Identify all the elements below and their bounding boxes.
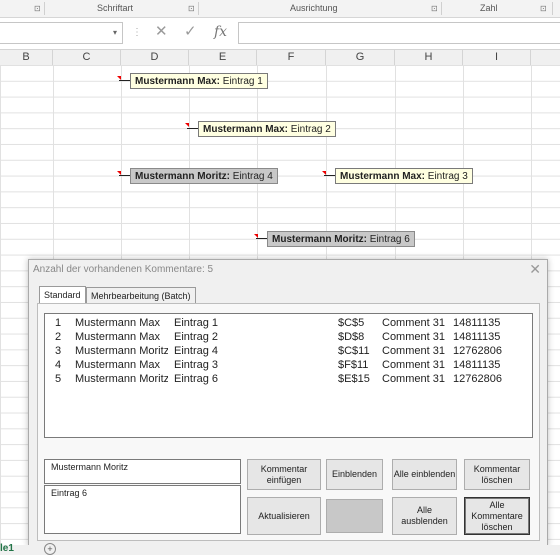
list-cell-color: 14811135: [453, 331, 501, 343]
comment-text: Eintrag 2: [288, 124, 331, 135]
sheet-tab[interactable]: le1: [0, 543, 14, 555]
number-dialog-launcher-icon[interactable]: ⊡: [540, 0, 547, 17]
comment-author: Mustermann Max:: [135, 76, 221, 87]
list-cell-address: $C$11: [338, 345, 370, 357]
list-item[interactable]: 4 Mustermann Max Eintrag 3 $F$11 Comment…: [45, 358, 530, 372]
formula-input[interactable]: [238, 22, 560, 44]
group-label-font: Schriftart: [97, 3, 134, 13]
list-cell-name: Comment 31: [382, 359, 445, 371]
group-separator: [198, 2, 199, 15]
list-cell-color: 12762806: [453, 345, 502, 357]
column-header-bar: B C D E F G H I: [0, 49, 560, 66]
list-cell-author: Mustermann Moritz: [75, 345, 168, 357]
sheet-tab-bar: le1 +: [0, 543, 560, 555]
comment-text: Eintrag 3: [425, 171, 468, 182]
ribbon-group-strip: ⊡ Schriftart ⊡ Ausrichtung ⊡ Zahl ⊡: [0, 0, 560, 18]
list-item[interactable]: 2 Mustermann Max Eintrag 2 $D$8 Comment …: [45, 330, 530, 344]
list-cell-address: $D$8: [338, 331, 365, 343]
list-cell-index: 3: [55, 345, 62, 357]
close-icon[interactable]: ✕: [529, 261, 541, 277]
name-box[interactable]: ▾: [0, 22, 123, 44]
list-cell-color: 14811135: [453, 359, 501, 371]
list-cell-name: Comment 31: [382, 345, 445, 357]
list-cell-author: Mustermann Max: [75, 317, 160, 329]
alignment-dialog-launcher-icon[interactable]: ⊡: [431, 0, 438, 17]
group-separator: [44, 2, 45, 15]
list-cell-index: 5: [55, 373, 62, 385]
color-preview-swatch: [326, 499, 383, 533]
list-cell-address: $F$11: [338, 359, 369, 371]
column-header-E[interactable]: E: [189, 50, 257, 65]
list-cell-index: 2: [55, 331, 62, 343]
list-cell-address: $E$15: [338, 373, 370, 385]
comment-box-3[interactable]: Mustermann Max: Eintrag 3: [335, 168, 473, 184]
more-dots-icon: ⋮: [132, 27, 142, 38]
add-sheet-plus-icon[interactable]: +: [44, 543, 56, 555]
comment-box-2[interactable]: Mustermann Max: Eintrag 2: [198, 121, 336, 137]
refresh-button[interactable]: Aktualisieren: [247, 497, 321, 535]
list-cell-text: Eintrag 4: [174, 345, 219, 357]
comment-author: Mustermann Moritz:: [135, 171, 230, 182]
column-header-D[interactable]: D: [121, 50, 189, 65]
list-item[interactable]: 3 Mustermann Moritz Eintrag 4 $C$11 Comm…: [45, 344, 530, 358]
comment-author: Mustermann Moritz:: [272, 234, 367, 245]
tab-standard[interactable]: Standard: [39, 286, 86, 304]
list-item[interactable]: 5 Mustermann Moritz Eintrag 6 $E$15 Comm…: [45, 372, 530, 386]
group-separator: [552, 2, 553, 15]
list-cell-index: 4: [55, 359, 62, 371]
group-label-alignment: Ausrichtung: [290, 3, 338, 13]
column-header-I[interactable]: I: [463, 50, 531, 65]
list-cell-address: $C$5: [338, 317, 365, 329]
comment-text: Eintrag 6: [367, 234, 410, 245]
show-button[interactable]: Einblenden: [326, 459, 383, 490]
list-cell-name: Comment 31: [382, 317, 445, 329]
author-field[interactable]: Mustermann Moritz: [44, 459, 241, 484]
comment-text: Eintrag 4: [230, 171, 273, 182]
show-all-button[interactable]: Alle einblenden: [392, 459, 457, 490]
list-cell-color: 14811135: [453, 317, 501, 329]
comment-text: Eintrag 1: [220, 76, 263, 87]
hide-all-button[interactable]: Alle ausblenden: [392, 497, 457, 535]
list-cell-author: Mustermann Moritz: [75, 373, 168, 385]
comment-author: Mustermann Max:: [203, 124, 289, 135]
list-cell-author: Mustermann Max: [75, 331, 160, 343]
comment-text-field[interactable]: Eintrag 6: [44, 485, 241, 534]
list-cell-text: Eintrag 1: [174, 317, 219, 329]
insert-function-fx-icon[interactable]: fx: [214, 22, 227, 42]
list-cell-name: Comment 31: [382, 331, 445, 343]
delete-all-button[interactable]: Alle Kommentare löschen: [464, 497, 530, 535]
list-cell-text: Eintrag 2: [174, 331, 219, 343]
enter-check-icon[interactable]: ✓: [184, 22, 197, 42]
column-header-B[interactable]: B: [0, 50, 53, 65]
group-separator: [441, 2, 442, 15]
chevron-down-icon[interactable]: ▾: [113, 23, 117, 43]
delete-comment-button[interactable]: Kommentar löschen: [464, 459, 530, 490]
list-cell-color: 12762806: [453, 373, 502, 385]
comment-box-4[interactable]: Mustermann Moritz: Eintrag 4: [130, 168, 278, 184]
column-header-G[interactable]: G: [326, 50, 395, 65]
insert-comment-button[interactable]: Kommentar einfügen: [247, 459, 321, 490]
dialog-launcher-icon[interactable]: ⊡: [34, 0, 41, 17]
dialog-title: Anzahl der vorhandenen Kommentare: 5: [33, 264, 214, 275]
tab-batch[interactable]: Mehrbearbeitung (Batch): [86, 287, 196, 303]
column-header-F[interactable]: F: [257, 50, 326, 65]
comments-listbox[interactable]: 1 Mustermann Max Eintrag 1 $C$5 Comment …: [44, 313, 533, 438]
group-label-number: Zahl: [480, 3, 498, 13]
font-dialog-launcher-icon[interactable]: ⊡: [188, 0, 195, 17]
list-cell-text: Eintrag 6: [174, 373, 219, 385]
column-header-C[interactable]: C: [53, 50, 121, 65]
column-header-H[interactable]: H: [395, 50, 463, 65]
list-cell-author: Mustermann Max: [75, 359, 160, 371]
comment-box-1[interactable]: Mustermann Max: Eintrag 1: [130, 73, 268, 89]
list-cell-name: Comment 31: [382, 373, 445, 385]
list-item[interactable]: 1 Mustermann Max Eintrag 1 $C$5 Comment …: [45, 316, 530, 330]
comments-dialog: Anzahl der vorhandenen Kommentare: 5 ✕ S…: [28, 259, 548, 547]
comment-author: Mustermann Max:: [340, 171, 426, 182]
comment-box-6[interactable]: Mustermann Moritz: Eintrag 6: [267, 231, 415, 247]
cancel-x-icon[interactable]: ✕: [155, 22, 168, 42]
list-cell-text: Eintrag 3: [174, 359, 219, 371]
comment-indicator: [185, 123, 189, 127]
list-cell-index: 1: [55, 317, 62, 329]
